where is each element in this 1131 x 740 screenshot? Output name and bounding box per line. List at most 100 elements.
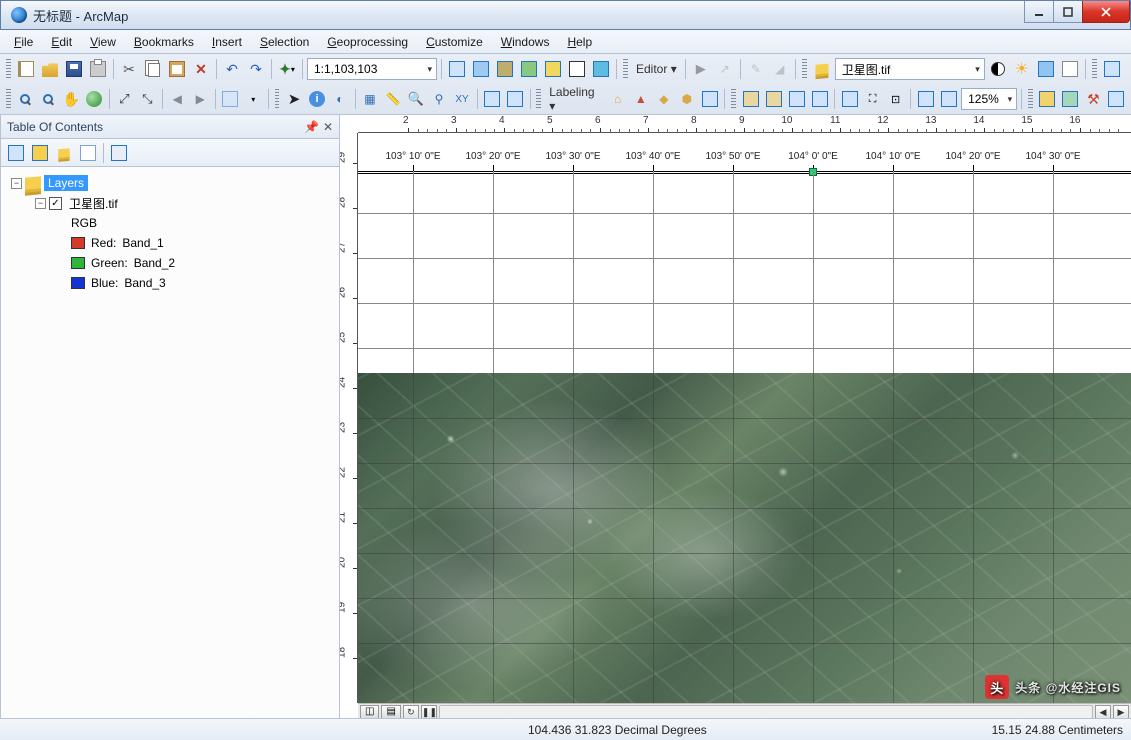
toolbar-icon[interactable]: ◐ <box>330 88 351 110</box>
zoom-combo[interactable]: 125%▾ <box>961 88 1017 110</box>
toolbar-icon[interactable] <box>1059 58 1081 80</box>
toolbar-grip[interactable] <box>731 89 736 109</box>
toolbar-icon[interactable] <box>566 58 588 80</box>
redo-button[interactable]: ↷ <box>245 58 267 80</box>
toc-options[interactable] <box>108 142 130 164</box>
menu-bookmarks[interactable]: Bookmarks <box>126 32 202 52</box>
maximize-button[interactable] <box>1053 1 1083 23</box>
scale-combo[interactable]: 1:1,103,103▾ <box>307 58 437 80</box>
identify-button[interactable]: i <box>306 88 327 110</box>
undo-button[interactable]: ↶ <box>221 58 243 80</box>
toc-close-icon[interactable]: ✕ <box>323 120 333 134</box>
toolbar-icon[interactable] <box>470 58 492 80</box>
toc-list-by-drawing[interactable] <box>5 142 27 164</box>
toolbar-icon[interactable]: ▦ <box>359 88 380 110</box>
add-data-button[interactable]: ✦▾ <box>276 58 298 80</box>
data-view-tab[interactable]: ◫ <box>360 705 379 719</box>
toolbar-icon[interactable] <box>482 88 503 110</box>
menu-file[interactable]: File <box>6 32 41 52</box>
delete-button[interactable]: ✕ <box>190 58 212 80</box>
toolbar-icon[interactable] <box>518 58 540 80</box>
prev-extent[interactable]: ◀ <box>167 88 188 110</box>
layout-icon[interactable]: ⊡ <box>885 88 906 110</box>
menu-view[interactable]: View <box>82 32 124 52</box>
effects-layer-combo[interactable]: 卫星图.tif▾ <box>835 58 985 80</box>
toolbar-icon[interactable] <box>494 58 516 80</box>
copy-button[interactable] <box>142 58 164 80</box>
labeling-menu[interactable]: Labeling ▾ <box>545 85 605 113</box>
edit-tool[interactable]: ◢ <box>769 58 791 80</box>
tree-collapse-icon[interactable]: − <box>11 178 22 189</box>
print-button[interactable] <box>87 58 109 80</box>
map-canvas[interactable]: 103° 10' 0"E103° 20' 0"E103° 30' 0"E103°… <box>358 133 1131 703</box>
fixed-zoom-out[interactable]: ⤡ <box>137 88 158 110</box>
tree-collapse-icon[interactable]: − <box>35 198 46 209</box>
save-button[interactable] <box>63 58 85 80</box>
labeling-icon[interactable]: ⬢ <box>676 88 697 110</box>
toolbar-icon[interactable] <box>590 58 612 80</box>
toolbar-icon[interactable]: ⚲ <box>429 88 450 110</box>
layer-visibility-checkbox[interactable]: ✓ <box>49 197 62 210</box>
toolbar-grip[interactable] <box>6 59 11 79</box>
menu-selection[interactable]: Selection <box>252 32 317 52</box>
menu-geoprocessing[interactable]: Geoprocessing <box>319 32 416 52</box>
minimize-button[interactable] <box>1024 1 1054 23</box>
catalog-button[interactable] <box>1037 88 1058 110</box>
layer-node[interactable]: 卫星图.tif <box>65 194 122 213</box>
layout-icon[interactable] <box>740 88 761 110</box>
toolbar-grip[interactable] <box>275 89 280 109</box>
close-button[interactable] <box>1082 1 1130 23</box>
layout-icon[interactable] <box>938 88 959 110</box>
toc-list-by-visibility[interactable] <box>53 142 75 164</box>
toolbox-button[interactable]: ⚒ <box>1083 88 1104 110</box>
toolbar-grip[interactable] <box>1092 59 1097 79</box>
brightness-button[interactable]: ☀ <box>1011 58 1033 80</box>
scroll-right[interactable]: ▶ <box>1113 705 1129 719</box>
toc-list-by-source[interactable] <box>29 142 51 164</box>
select-elements-button[interactable]: ➤ <box>283 88 304 110</box>
python-button[interactable] <box>1106 88 1127 110</box>
zoom-in-button[interactable] <box>15 88 36 110</box>
contrast-button[interactable] <box>987 58 1009 80</box>
editor-toolbar-icon[interactable] <box>446 58 468 80</box>
open-button[interactable] <box>39 58 61 80</box>
toolbar-icon[interactable] <box>1101 58 1123 80</box>
find-button[interactable]: 🔍 <box>406 88 427 110</box>
menu-insert[interactable]: Insert <box>204 32 250 52</box>
toolbar-grip[interactable] <box>536 89 541 109</box>
fixed-zoom-in[interactable]: ⤢ <box>114 88 135 110</box>
toc-pin-icon[interactable]: 📌 <box>304 120 319 134</box>
layout-icon[interactable] <box>786 88 807 110</box>
toolbar-icon[interactable] <box>1035 58 1057 80</box>
edit-tool[interactable]: ↗ <box>714 58 736 80</box>
layout-icon[interactable] <box>839 88 860 110</box>
labeling-icon[interactable]: ▲ <box>630 88 651 110</box>
new-button[interactable] <box>15 58 37 80</box>
toolbar-icon[interactable] <box>542 58 564 80</box>
measure-button[interactable]: 📏 <box>382 88 403 110</box>
toolbar-icon[interactable] <box>505 88 526 110</box>
edit-tool[interactable]: ✎ <box>745 58 767 80</box>
menu-customize[interactable]: Customize <box>418 32 491 52</box>
scroll-left[interactable]: ◀ <box>1095 705 1111 719</box>
search-button[interactable] <box>1060 88 1081 110</box>
paste-button[interactable] <box>166 58 188 80</box>
editor-menu[interactable]: Editor ▾ <box>632 62 681 76</box>
layer-icon[interactable] <box>811 58 833 80</box>
layout-icon[interactable] <box>763 88 784 110</box>
layout-icon[interactable] <box>809 88 830 110</box>
layout-view-tab[interactable]: ▤ <box>381 705 400 719</box>
labeling-icon[interactable]: ⌂ <box>607 88 628 110</box>
menu-help[interactable]: Help <box>559 32 600 52</box>
next-extent[interactable]: ▶ <box>190 88 211 110</box>
toolbar-grip[interactable] <box>1028 89 1033 109</box>
menu-windows[interactable]: Windows <box>493 32 558 52</box>
labeling-icon[interactable]: ◆ <box>653 88 674 110</box>
layers-node[interactable]: Layers <box>44 175 88 191</box>
toolbar-grip[interactable] <box>802 59 807 79</box>
toolbar-grip[interactable] <box>623 59 628 79</box>
layout-icon[interactable] <box>915 88 936 110</box>
full-extent-button[interactable] <box>84 88 105 110</box>
toolbar-icon[interactable]: ▾ <box>243 88 264 110</box>
toc-list-by-selection[interactable] <box>77 142 99 164</box>
